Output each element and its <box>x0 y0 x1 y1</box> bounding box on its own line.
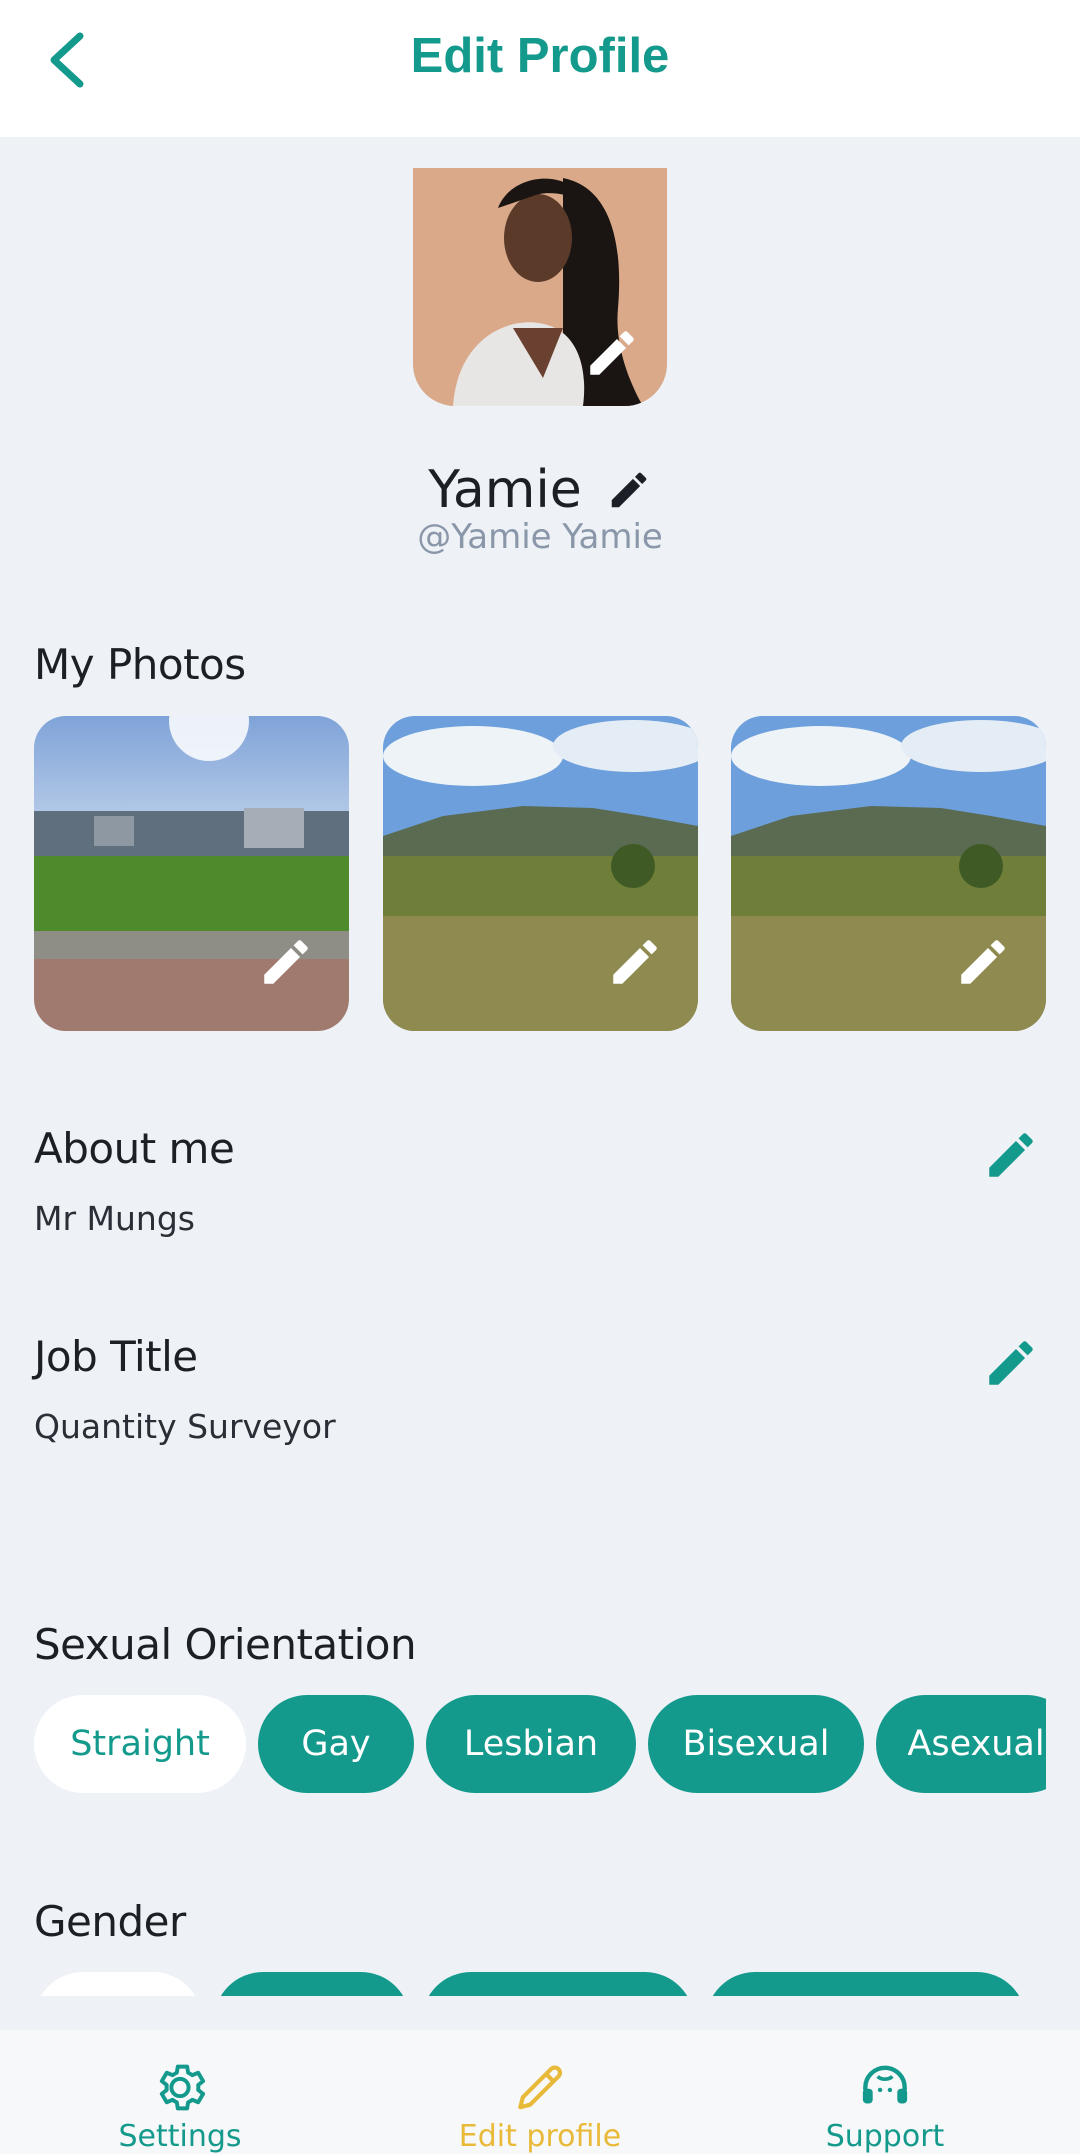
pencil-icon[interactable] <box>982 1334 1040 1392</box>
gender-chip[interactable] <box>422 1972 694 1996</box>
about-title: About me <box>34 1124 235 1173</box>
profile-avatar[interactable] <box>413 168 667 406</box>
pencil-icon <box>961 940 1005 984</box>
orientation-chip-gay[interactable]: Gay <box>258 1695 414 1793</box>
gender-chip[interactable] <box>706 1972 1026 1996</box>
orientation-options: Straight Gay Lesbian Bisexual Asexual <box>34 1695 1046 1793</box>
name-row: Yamie <box>0 455 1080 525</box>
nav-support[interactable]: Support <box>800 2030 970 2154</box>
pencil-icon <box>613 940 657 984</box>
orientation-chip-asexual[interactable]: Asexual <box>876 1695 1046 1793</box>
job-title-label: Job Title <box>34 1332 198 1381</box>
top-bar: Edit Profile <box>0 0 1080 137</box>
nav-settings[interactable]: Settings <box>105 2030 255 2154</box>
gender-options <box>34 1972 1046 1996</box>
photo-2[interactable] <box>383 716 698 1031</box>
nav-edit-profile-label: Edit profile <box>458 2119 622 2154</box>
pencil-icon <box>518 2065 563 2110</box>
gender-title: Gender <box>34 1897 186 1946</box>
bottom-nav: Settings Edit profile Support <box>0 2030 1080 2154</box>
pencil-icon[interactable] <box>982 1126 1040 1184</box>
pencil-icon[interactable] <box>606 467 652 513</box>
nav-edit-profile[interactable]: Edit profile <box>430 2030 650 2154</box>
gender-chip[interactable] <box>214 1972 410 1996</box>
job-title-value: Quantity Surveyor <box>34 1407 336 1446</box>
orientation-title: Sexual Orientation <box>34 1620 417 1669</box>
photo-1[interactable] <box>34 716 349 1031</box>
photos-title: My Photos <box>34 640 246 689</box>
orientation-chip-bisexual[interactable]: Bisexual <box>648 1695 864 1793</box>
profile-name: Yamie <box>428 460 582 520</box>
about-value: Mr Mungs <box>34 1199 195 1238</box>
photo-3[interactable] <box>731 716 1046 1031</box>
pencil-icon <box>590 331 634 375</box>
nav-support-label: Support <box>825 2119 945 2154</box>
gender-chip[interactable] <box>34 1972 202 1996</box>
page-title: Edit Profile <box>410 29 670 83</box>
orientation-chip-lesbian[interactable]: Lesbian <box>426 1695 636 1793</box>
orientation-chip-straight[interactable]: Straight <box>34 1695 246 1793</box>
headset-icon <box>862 2065 908 2104</box>
pencil-icon <box>264 940 308 984</box>
nav-settings-label: Settings <box>118 2119 242 2154</box>
profile-username: @Yamie Yamie <box>417 517 663 557</box>
gear-icon <box>159 2064 206 2111</box>
